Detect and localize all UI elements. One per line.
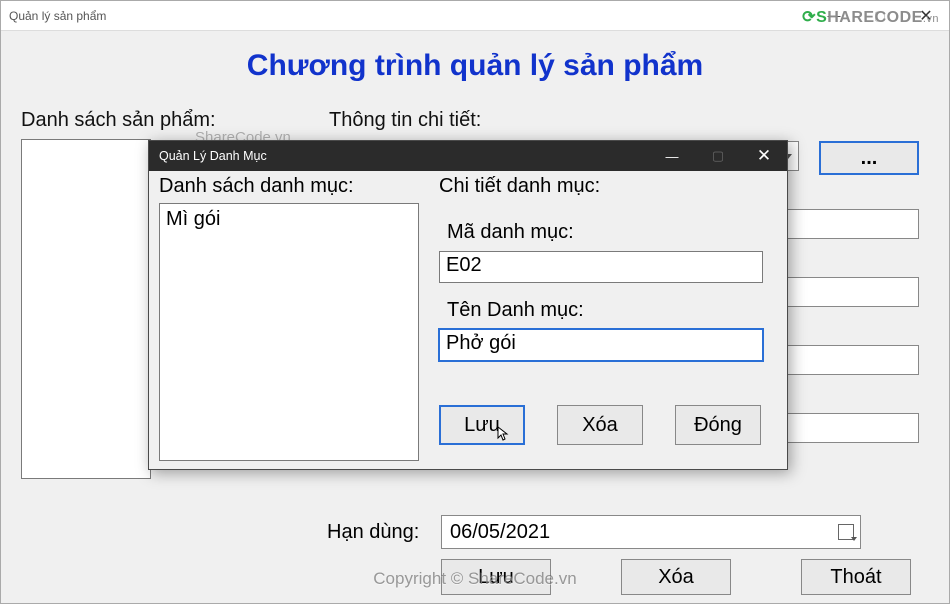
minimize-icon[interactable]: — [811,1,857,30]
main-action-buttons: Lưu Xóa Thoát [441,559,911,595]
open-category-dialog-button[interactable]: ... [819,141,919,175]
expiry-datepicker[interactable]: 06/05/2021 [441,515,861,549]
dialog-minimize-icon[interactable]: — [649,141,695,171]
maximize-icon[interactable]: ▢ [857,1,903,30]
dialog-body: Danh sách danh mục: Chi tiết danh mục: M… [149,171,787,469]
dialog-save-label: Lưu [464,414,500,437]
dialog-close-button[interactable]: Đóng [675,405,761,445]
expiry-label: Hạn dùng: [327,521,419,544]
code-label: Mã danh mục: [447,221,574,244]
category-listbox[interactable]: Mì gói [159,203,419,461]
dialog-titlebar: Quản Lý Danh Mục — ▢ ✕ [149,141,787,171]
main-window-controls: — ▢ ✕ [811,1,949,30]
dialog-maximize-icon: ▢ [695,141,741,171]
dialog-detail-label: Chi tiết danh mục: [439,175,600,198]
main-window-title: Quản lý sản phẩm [9,9,106,23]
code-input[interactable]: E02 [439,251,763,283]
main-titlebar: Quản lý sản phẩm — ▢ ✕ [1,1,949,31]
dialog-delete-button[interactable]: Xóa [557,405,643,445]
expiry-value: 06/05/2021 [450,521,550,544]
calendar-icon[interactable] [838,524,854,540]
dialog-title: Quản Lý Danh Mục [159,149,267,163]
detail-info-label: Thông tin chi tiết: [329,109,481,132]
category-dialog: Quản Lý Danh Mục — ▢ ✕ Danh sách danh mụ… [148,140,788,470]
product-list-label: Danh sách sản phẩm: [21,109,216,132]
dialog-save-button[interactable]: Lưu [439,405,525,445]
dialog-close-icon[interactable]: ✕ [741,141,787,171]
close-icon[interactable]: ✕ [903,1,949,30]
name-input[interactable]: Phở gói [439,329,763,361]
main-heading: Chương trình quản lý sản phẩm [1,49,949,83]
main-exit-button[interactable]: Thoát [801,559,911,595]
name-label: Tên Danh mục: [447,299,584,322]
list-item[interactable]: Mì gói [166,208,412,231]
dialog-list-label: Danh sách danh mục: [159,175,354,198]
product-listbox[interactable] [21,139,151,479]
dialog-window-controls: — ▢ ✕ [649,141,787,171]
main-delete-button[interactable]: Xóa [621,559,731,595]
dialog-action-buttons: Lưu Xóa Đóng [439,405,761,445]
main-save-button[interactable]: Lưu [441,559,551,595]
